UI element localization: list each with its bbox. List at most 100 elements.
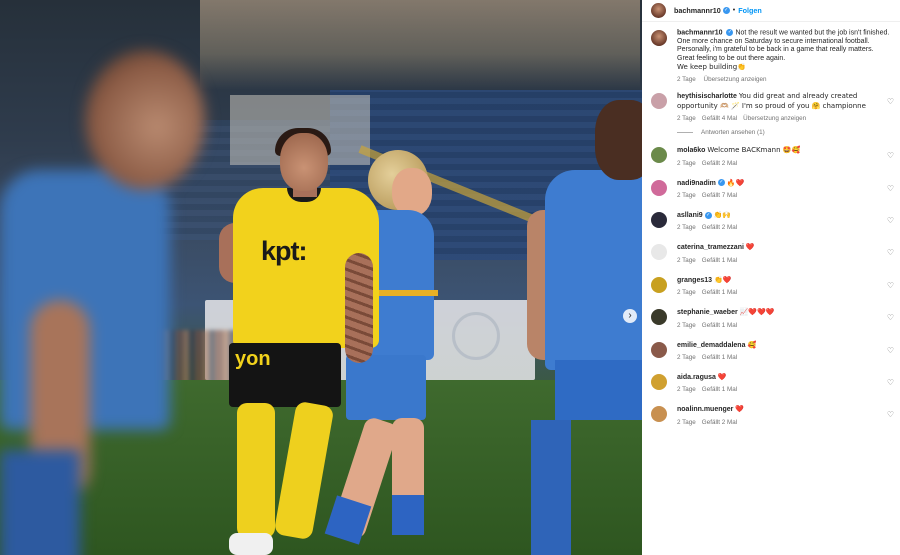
avatar[interactable] [651, 3, 666, 18]
view-replies-label[interactable]: Antworten ansehen (1) [701, 129, 765, 136]
comment-row: granges13 👏❤️ 2 Tage Gefällt 1 Mal ♡ [651, 276, 900, 296]
comment-likes[interactable]: Gefällt 1 Mal [702, 289, 737, 296]
heart-outline-icon[interactable]: ♡ [887, 184, 894, 193]
post-sidebar: bachmannr10 ✓ • Folgen bachmannr10 ✓ Not… [642, 0, 900, 555]
comment-time[interactable]: 2 Tage [677, 192, 696, 199]
comment-text: 👏❤️ [713, 275, 732, 284]
heart-outline-icon[interactable]: ♡ [887, 216, 894, 225]
follow-button[interactable]: Folgen [738, 6, 762, 15]
comment-username[interactable]: emilie_demaddalena [677, 342, 745, 349]
avatar[interactable] [651, 30, 667, 46]
comment-time[interactable]: 2 Tage [677, 76, 696, 83]
caption-line: Great feeling to be out there again. [677, 54, 786, 62]
separator-dot: • [732, 7, 736, 14]
comment-text: ❤️ [745, 243, 755, 252]
comment-time[interactable]: 2 Tage [677, 257, 696, 264]
avatar[interactable] [651, 309, 667, 326]
comment-likes[interactable]: Gefällt 2 Mal [702, 224, 737, 231]
post-photo[interactable]: kpt: yon › [0, 0, 642, 555]
view-replies-link[interactable]: Antworten ansehen (1) [677, 129, 900, 136]
comment-time[interactable]: 2 Tage [677, 419, 696, 426]
comment-username[interactable]: heythisischarlotte [677, 93, 737, 100]
comment-time[interactable]: 2 Tage [677, 354, 696, 361]
verified-badge-icon: ✓ [704, 211, 712, 219]
verified-badge-icon: ✓ [722, 7, 730, 14]
avatar[interactable] [651, 179, 667, 196]
comment-text: 🔥❤️ [726, 178, 745, 187]
comments-list: bachmannr10 ✓ Not the result we wanted b… [642, 22, 900, 426]
comment-text: Welcome BACKmann 🤩🥰 [707, 146, 801, 155]
comment-time[interactable]: 2 Tage [677, 160, 696, 167]
comment-row: heythisischarlotte You did great and alr… [651, 92, 900, 122]
heart-outline-icon[interactable]: ♡ [887, 410, 894, 419]
sky-background [200, 0, 640, 90]
caption: bachmannr10 ✓ Not the result we wanted b… [651, 29, 900, 83]
comment-likes[interactable]: Gefällt 2 Mal [702, 419, 737, 426]
heart-outline-icon[interactable]: ♡ [887, 151, 894, 160]
translate-link[interactable]: Übersetzung anzeigen [704, 76, 767, 83]
comment-row: nadi9nadim ✓ 🔥❤️ 2 Tage Gefällt 7 Mal ♡ [651, 179, 900, 199]
comment-likes[interactable]: Gefällt 1 Mal [702, 257, 737, 264]
comment-row: noalinn.muenger ❤️ 2 Tage Gefällt 2 Mal ♡ [651, 405, 900, 426]
avatar[interactable] [651, 212, 667, 228]
comment-row: emilie_demaddalena 🥰 2 Tage Gefällt 1 Mal ♡ [651, 341, 900, 361]
comment-likes[interactable]: Gefällt 1 Mal [702, 354, 737, 361]
comment-username[interactable]: mola6ko [677, 147, 705, 154]
player-blurred-foreground [0, 30, 230, 555]
comment-time[interactable]: 2 Tage [677, 289, 696, 296]
heart-outline-icon[interactable]: ♡ [887, 313, 894, 322]
chevron-right-icon[interactable]: › [623, 309, 637, 323]
heart-outline-icon[interactable]: ♡ [887, 378, 894, 387]
comment-username[interactable]: caterina_tramezzani [677, 244, 744, 251]
comment-time[interactable]: 2 Tage [677, 386, 696, 393]
comment-text: 🥰 [747, 340, 757, 349]
caption-line: Personally, i'm grateful to be back in a… [677, 46, 874, 54]
comment-likes[interactable]: Gefällt 4 Mal [702, 115, 737, 122]
avatar[interactable] [651, 374, 667, 391]
replies-divider [677, 132, 693, 134]
comment-time[interactable]: 2 Tage [677, 224, 696, 231]
avatar[interactable] [651, 276, 667, 293]
comment-username[interactable]: noalinn.muenger [677, 406, 733, 413]
comment-time[interactable]: 2 Tage [677, 322, 696, 329]
avatar[interactable] [651, 244, 667, 261]
comment-username[interactable]: granges13 [677, 277, 712, 284]
caption-line: We keep building👏 [677, 62, 746, 71]
heart-outline-icon[interactable]: ♡ [887, 97, 894, 106]
avatar[interactable] [651, 93, 667, 110]
comment-text: 👏🙌 [713, 211, 732, 219]
comment-username[interactable]: stephanie_waeber [677, 309, 738, 316]
avatar[interactable] [651, 406, 667, 423]
player-blue-right [525, 100, 642, 555]
avatar[interactable] [651, 147, 667, 164]
comment-row: stephanie_waeber 📈❤️❤️❤️ 2 Tage Gefällt 1 … [651, 308, 900, 329]
comment-text: ❤️ [735, 405, 745, 414]
comment-row: caterina_tramezzani ❤️ 2 Tage Gefällt 1 Ma… [651, 243, 900, 264]
comment-username[interactable]: asllani9 [677, 212, 703, 219]
avatar[interactable] [651, 341, 667, 358]
comment-likes[interactable]: Gefällt 7 Mal [702, 192, 737, 199]
verified-badge-icon: ✓ [717, 179, 725, 187]
heart-outline-icon[interactable]: ♡ [887, 248, 894, 257]
comment-text: ❤️ [717, 373, 727, 382]
account-name[interactable]: bachmannr10 [674, 6, 721, 15]
comment-likes[interactable]: Gefällt 1 Mal [702, 322, 737, 329]
heart-outline-icon[interactable]: ♡ [887, 346, 894, 355]
jersey-sponsor-text: kpt: [261, 236, 307, 266]
comment-text: 📈❤️❤️❤️ [739, 308, 775, 317]
caption-username[interactable]: bachmannr10 [677, 29, 723, 36]
comment-likes[interactable]: Gefällt 2 Mal [702, 160, 737, 167]
comment-row: mola6ko Welcome BACKmann 🤩🥰 2 Tage Gefällt… [651, 146, 900, 167]
player-yellow: kpt: yon [215, 128, 385, 555]
post-header: bachmannr10 ✓ • Folgen [642, 0, 900, 22]
heart-outline-icon[interactable]: ♡ [887, 281, 894, 290]
comment-row: aida.ragusa ❤️ 2 Tage Gefällt 1 Mal ♡ [651, 373, 900, 393]
shorts-sponsor-text: yon [235, 348, 271, 370]
comment-username[interactable]: nadi9nadim [677, 180, 716, 187]
comment-likes[interactable]: Gefällt 1 Mal [702, 386, 737, 393]
comment-row: asllani9 ✓ 👏🙌 2 Tage Gefällt 2 Mal ♡ [651, 211, 900, 231]
comment-username[interactable]: aida.ragusa [677, 374, 716, 381]
verified-badge-icon: ✓ [726, 29, 734, 36]
translate-link[interactable]: Übersetzung anzeigen [743, 115, 806, 122]
comment-time[interactable]: 2 Tage [677, 115, 696, 122]
